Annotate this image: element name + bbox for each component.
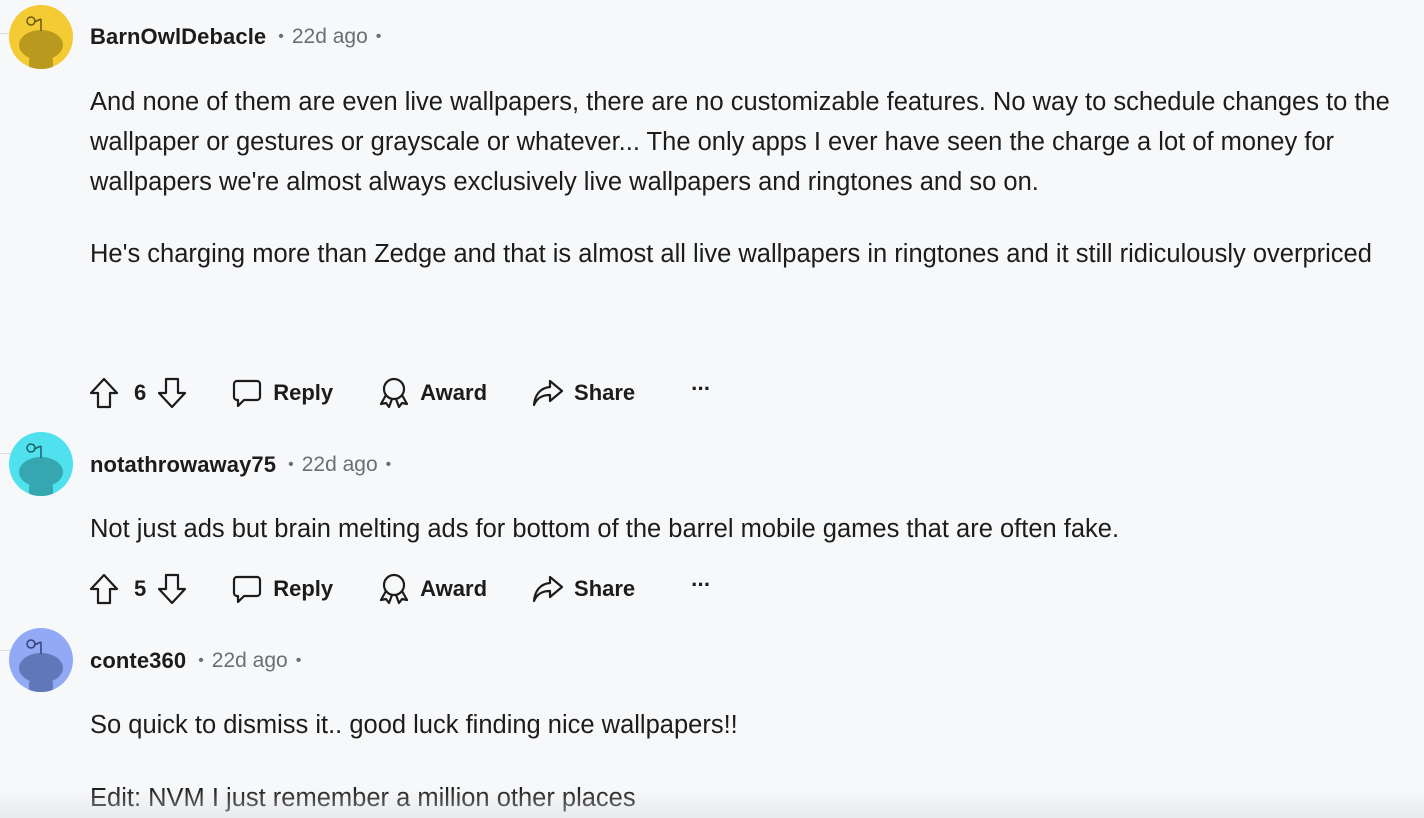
comment-actions: 5 Reply Award Share ··· xyxy=(88,569,711,609)
vote-score: 5 xyxy=(134,576,147,601)
timestamp[interactable]: 22d ago xyxy=(292,25,368,49)
avatar[interactable] xyxy=(9,432,73,496)
share-arrow-icon xyxy=(531,376,565,410)
award-label: Award xyxy=(420,576,488,601)
more-options-button[interactable]: ··· xyxy=(691,376,711,402)
reply-button[interactable]: Reply xyxy=(230,572,333,606)
comment-paragraph: Not just ads but brain melting ads for b… xyxy=(90,515,1120,543)
avatar[interactable] xyxy=(9,628,73,692)
share-button[interactable]: Share xyxy=(531,572,635,606)
award-ribbon-icon xyxy=(377,572,411,606)
upvote-arrow-icon[interactable] xyxy=(88,377,120,409)
more-options-button[interactable]: ··· xyxy=(691,572,711,598)
comment-paragraph: So quick to dismiss it.. good luck findi… xyxy=(90,711,738,739)
speech-bubble-icon xyxy=(230,376,264,410)
separator-dot: • xyxy=(198,652,204,669)
username[interactable]: notathrowaway75 xyxy=(90,452,276,478)
award-label: Award xyxy=(420,380,488,405)
award-ribbon-icon xyxy=(377,376,411,410)
separator-dot: • xyxy=(375,28,382,45)
share-arrow-icon xyxy=(531,572,565,606)
share-label: Share xyxy=(574,576,636,601)
award-button[interactable]: Award xyxy=(377,572,487,606)
separator-dot: • xyxy=(278,28,284,45)
comment-paragraph: Edit: NVM I just remember a million othe… xyxy=(90,784,636,812)
upvote-arrow-icon[interactable] xyxy=(88,573,120,605)
timestamp[interactable]: 22d ago xyxy=(212,649,288,673)
downvote-arrow-icon[interactable] xyxy=(156,377,188,409)
comment-paragraph: He's charging more than Zedge and that i… xyxy=(90,240,1372,268)
username[interactable]: conte360 xyxy=(90,648,186,674)
speech-bubble-icon xyxy=(230,572,264,606)
avatar[interactable] xyxy=(9,5,73,69)
comment-meta: notathrowaway75 • 22d ago • xyxy=(90,450,391,480)
separator-dot: • xyxy=(288,456,294,473)
comment-paragraph: And none of them are even live wallpaper… xyxy=(90,88,1390,196)
comment-body: So quick to dismiss it.. good luck findi… xyxy=(90,705,1420,818)
reply-label: Reply xyxy=(273,576,334,601)
comment-body: And none of them are even live wallpaper… xyxy=(90,82,1420,274)
timestamp[interactable]: 22d ago xyxy=(302,453,378,477)
reply-button[interactable]: Reply xyxy=(230,376,333,410)
reply-label: Reply xyxy=(273,380,334,405)
comment-body: Not just ads but brain melting ads for b… xyxy=(90,509,1420,549)
username[interactable]: BarnOwlDebacle xyxy=(90,24,266,50)
separator-dot: • xyxy=(295,652,302,669)
comment-meta: BarnOwlDebacle • 22d ago • xyxy=(90,22,381,52)
separator-dot: • xyxy=(385,456,392,473)
award-button[interactable]: Award xyxy=(377,376,487,410)
share-button[interactable]: Share xyxy=(531,376,635,410)
vote-score: 6 xyxy=(134,380,147,405)
share-label: Share xyxy=(574,380,636,405)
comment-meta: conte360 • 22d ago • xyxy=(90,646,301,676)
downvote-arrow-icon[interactable] xyxy=(156,573,188,605)
comment-actions: 6 Reply Award Share ··· xyxy=(88,373,711,413)
